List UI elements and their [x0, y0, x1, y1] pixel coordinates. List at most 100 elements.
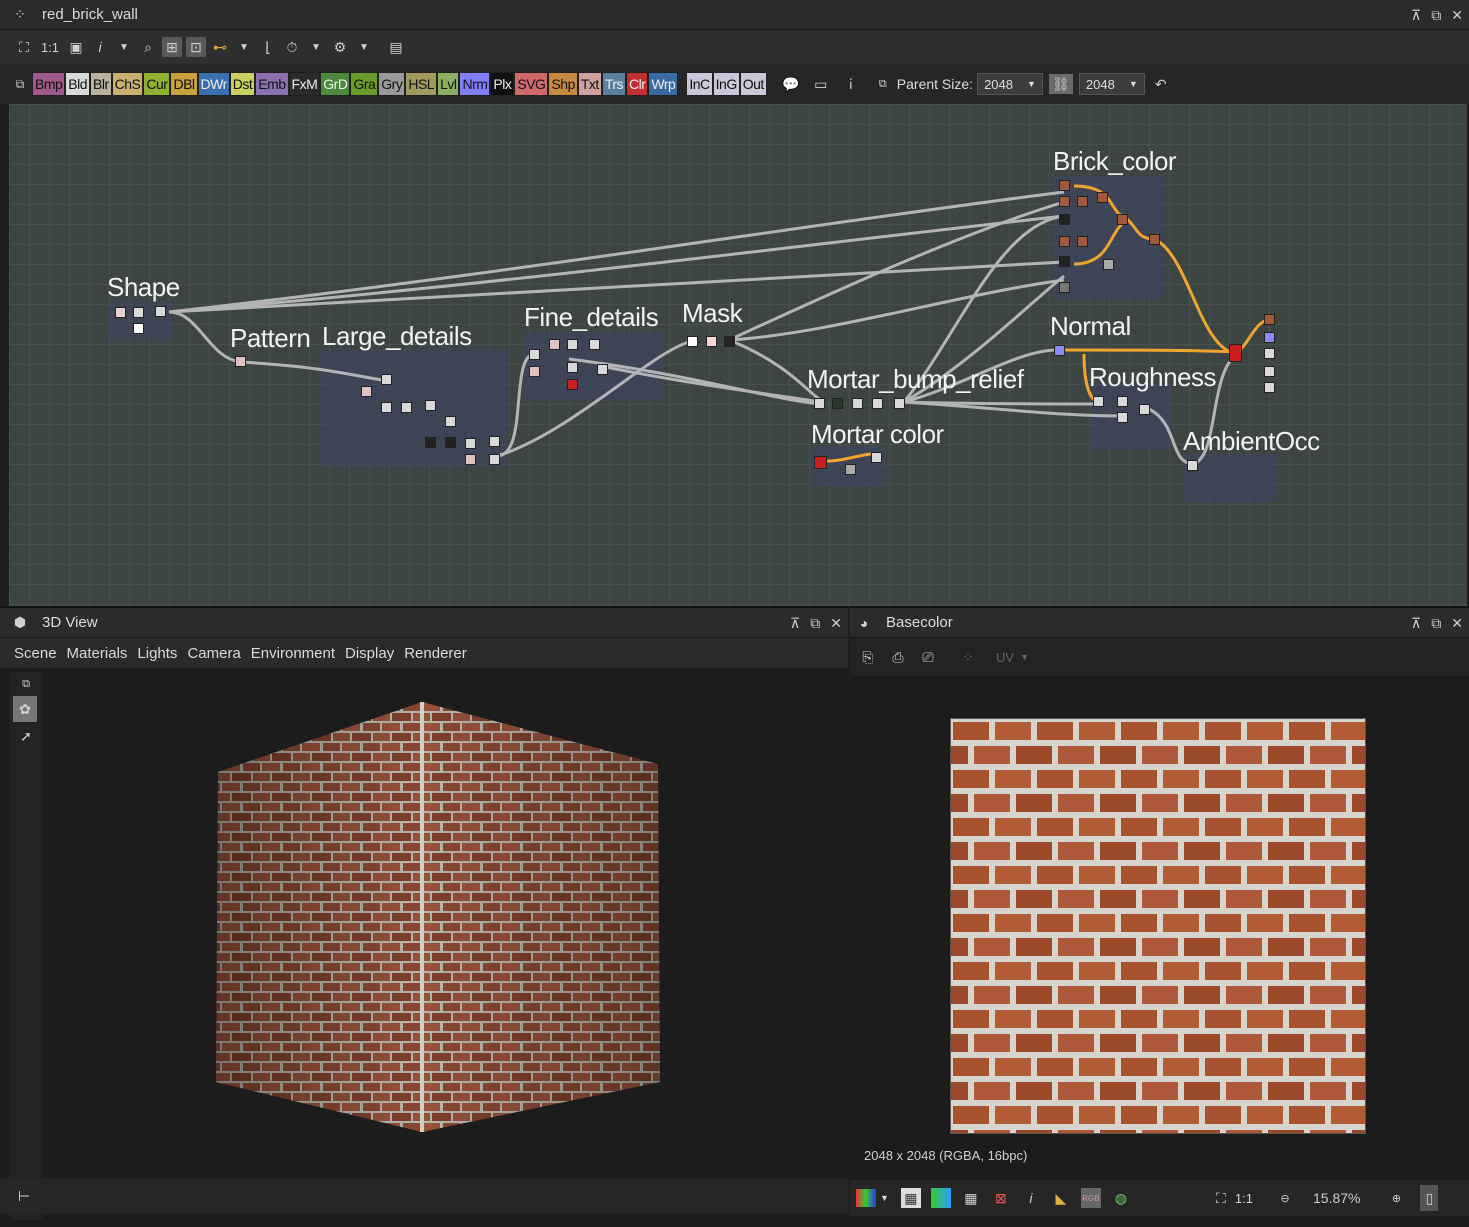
node-tag-hsl[interactable]: HSL [405, 72, 438, 96]
node-tag-svg[interactable]: SVG [514, 72, 549, 96]
node[interactable] [1059, 256, 1070, 267]
menu-environment[interactable]: Environment [251, 645, 335, 662]
node-tag-clr[interactable]: Clr [626, 72, 649, 96]
popout-icon[interactable]: ⧉ [16, 674, 36, 694]
node-tag-chs[interactable]: ChS [111, 72, 144, 96]
light-icon[interactable]: ✿ [13, 696, 37, 722]
timer-icon[interactable]: ⏱ [282, 37, 302, 57]
node-tag-nrm[interactable]: Nrm [459, 72, 491, 96]
node-tag-shp[interactable]: Shp [548, 72, 578, 96]
node[interactable] [567, 379, 578, 390]
node[interactable] [687, 336, 698, 347]
node-tag-emb[interactable]: Emb [255, 72, 289, 96]
node[interactable] [1149, 234, 1160, 245]
rgb-icon[interactable]: RGB [1080, 1188, 1101, 1208]
close-icon[interactable]: ✕ [1451, 7, 1463, 24]
node[interactable] [845, 464, 856, 475]
node-tag-grd[interactable]: GrD [320, 72, 351, 96]
display-icon[interactable]: ▤ [386, 37, 406, 57]
node[interactable] [549, 339, 560, 350]
scene-tree-icon[interactable]: ⊢ [14, 1186, 34, 1206]
node[interactable] [529, 349, 540, 360]
node[interactable] [814, 456, 827, 469]
node[interactable] [381, 402, 392, 413]
node[interactable] [1264, 382, 1275, 393]
pin-icon[interactable]: ⊼ [1411, 615, 1421, 632]
node[interactable] [465, 438, 476, 449]
maximize-icon[interactable]: ⧉ [810, 615, 820, 632]
fit-view-icon[interactable]: ⛶ [1211, 1188, 1231, 1208]
node[interactable] [1264, 332, 1275, 343]
node-tag-dbl[interactable]: DBl [170, 72, 198, 96]
node-tag-lvl[interactable]: Lvl [437, 72, 460, 96]
info-button[interactable]: i [90, 37, 110, 57]
node-icon[interactable]: ⁘ [958, 647, 978, 667]
node[interactable] [1117, 396, 1128, 407]
node-tag-bmp[interactable]: Bmp [32, 72, 66, 96]
chevron-down-icon[interactable]: ▼ [880, 1193, 889, 1203]
node[interactable] [1103, 259, 1114, 270]
node[interactable] [706, 336, 717, 347]
close-icon[interactable]: ✕ [830, 615, 842, 632]
node[interactable] [597, 364, 608, 375]
link-style-icon[interactable]: ⊷ [210, 37, 230, 57]
node-tag-dwr[interactable]: DWr [197, 72, 230, 96]
io-tag-ing[interactable]: InG [712, 72, 740, 96]
graph-canvas[interactable]: Shape Pattern Large_details Fine_details… [9, 104, 1467, 606]
node[interactable] [567, 339, 578, 350]
zoom-ratio[interactable]: 1:1 [1235, 1191, 1253, 1206]
node[interactable] [133, 323, 144, 334]
node[interactable] [832, 398, 843, 409]
menu-materials[interactable]: Materials [67, 645, 128, 662]
zoom-1-1-button[interactable]: 1:1 [38, 37, 62, 57]
pin-icon[interactable]: ⊼ [790, 615, 800, 632]
search-icon[interactable]: ⌕ [138, 37, 158, 57]
gear-icon[interactable]: ⚙ [330, 37, 350, 57]
node[interactable] [361, 386, 372, 397]
basecolor-preview[interactable] [950, 718, 1366, 1134]
node[interactable] [814, 398, 825, 409]
gradient-icon[interactable] [930, 1188, 951, 1208]
menu-lights[interactable]: Lights [137, 645, 177, 662]
node-tag-trs[interactable]: Trs [601, 72, 627, 96]
node[interactable] [852, 398, 863, 409]
comment-icon[interactable]: 💬 [781, 74, 801, 94]
histogram-icon[interactable]: ◣ [1051, 1188, 1071, 1208]
node[interactable] [1187, 460, 1198, 471]
view3d-viewport[interactable] [42, 672, 848, 1178]
copy-icon[interactable]: ⎘ [858, 647, 878, 667]
lock-icon[interactable]: ▯ [1420, 1185, 1439, 1211]
tiling-icon[interactable]: ⊠ [991, 1188, 1011, 1208]
node[interactable] [1139, 404, 1150, 415]
menu-scene[interactable]: Scene [14, 645, 57, 662]
node[interactable] [1117, 412, 1128, 423]
node[interactable] [1077, 196, 1088, 207]
node-tag-dst[interactable]: Dst [229, 72, 256, 96]
checker-icon[interactable]: ▦ [900, 1188, 921, 1208]
node[interactable] [489, 454, 500, 465]
io-tag-inc[interactable]: InC [686, 72, 713, 96]
node[interactable] [381, 374, 392, 385]
link-size-icon[interactable]: ⛓ [1048, 74, 1073, 94]
node[interactable] [445, 416, 456, 427]
node-tag-txt[interactable]: Txt [577, 72, 602, 96]
undo-icon[interactable]: ↶ [1151, 74, 1171, 94]
close-icon[interactable]: ✕ [1451, 615, 1463, 632]
node-tag-plx[interactable]: Plx [490, 72, 515, 96]
tile-icon[interactable]: ▦ [961, 1188, 981, 1208]
elbow-link-icon[interactable]: ⌊ [258, 37, 278, 57]
node[interactable] [1264, 366, 1275, 377]
node[interactable] [1093, 396, 1104, 407]
fit-view-icon[interactable]: ⛶ [14, 37, 34, 57]
node[interactable] [1117, 214, 1128, 225]
node[interactable] [489, 436, 500, 447]
parent-size-select[interactable]: 2048 ▼ [977, 73, 1043, 95]
node[interactable] [133, 307, 144, 318]
chevron-down-icon[interactable]: ▼ [234, 37, 254, 57]
pointer-icon[interactable]: ➚ [16, 726, 36, 746]
channels-icon[interactable] [856, 1189, 876, 1207]
node[interactable] [115, 307, 126, 318]
node[interactable] [425, 400, 436, 411]
node-tag-gry[interactable]: Gry [378, 72, 406, 96]
info-icon[interactable]: i [1021, 1188, 1041, 1208]
